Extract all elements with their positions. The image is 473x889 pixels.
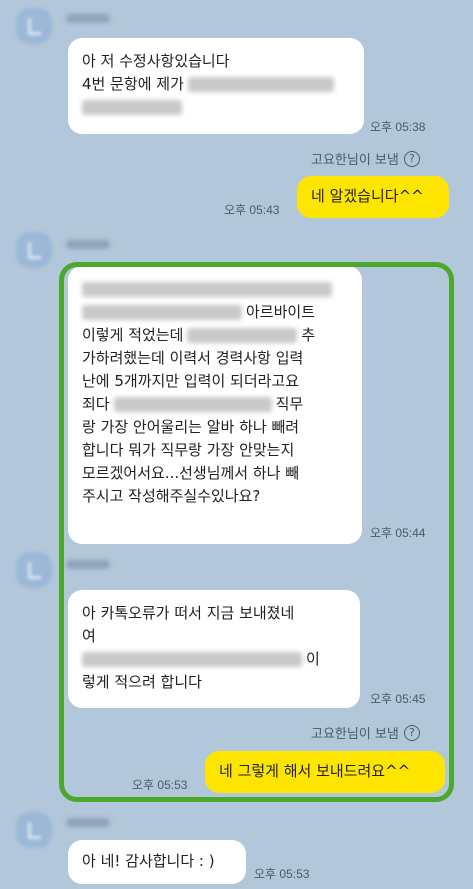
message-text: 합니다 뭐가 직무랑 가장 안맞는지	[82, 441, 295, 459]
help-icon[interactable]: ?	[403, 150, 420, 167]
message-text: 난에 5개까지만 입력이 되더라고요	[82, 372, 300, 390]
message-text: 이	[306, 650, 320, 668]
message-text: 네 알겠습니다^^	[311, 187, 424, 205]
message-text: 아 저 수정사항있습니다	[82, 52, 230, 70]
message-text: 모르겠어서요...선생님께서 하나 빼	[82, 464, 300, 482]
redacted-text	[82, 305, 242, 320]
timestamp: 오후 05:38	[370, 120, 426, 134]
message-text: 아 네! 감사합니다 : )	[82, 852, 215, 870]
timestamp: 오후 05:53	[132, 778, 188, 792]
message-text: 4번 문항에 제가	[82, 75, 184, 93]
message-text: 가하려했는데 이력서 경력사항 입력	[82, 349, 304, 367]
avatar[interactable]	[16, 8, 52, 44]
message-text: 주시고 작성해주실수있나요?	[82, 487, 261, 505]
redacted-text	[187, 77, 334, 92]
timestamp: 오후 05:45	[370, 692, 426, 706]
message-text: 이렇게 적었는데	[82, 326, 184, 344]
sent-by-notice: 고요한님이 보냄 ?	[311, 149, 420, 168]
message-text: 직무	[275, 395, 304, 413]
timestamp: 오후 05:43	[224, 203, 280, 217]
message-text: 아르바이트	[246, 303, 316, 321]
message-text: 아 카톡오류가 떠서 지금 보내졌네	[82, 604, 295, 622]
redacted-text	[187, 328, 298, 343]
message-text: 죄다	[82, 395, 110, 413]
avatar[interactable]	[16, 232, 52, 268]
message-text: 랑 가장 안어울리는 알바 하나 빼려	[82, 418, 300, 436]
redacted-text	[82, 282, 332, 297]
avatar[interactable]	[16, 552, 52, 588]
message-bubble[interactable]: 아 카톡오류가 떠서 지금 보내졌네 여 이 렇게 적으려 합니다	[68, 590, 360, 708]
message-bubble[interactable]: 아 저 수정사항있습니다 4번 문항에 제가	[68, 38, 364, 134]
redacted-text	[82, 652, 302, 667]
sender-name	[66, 14, 110, 23]
help-icon[interactable]: ?	[403, 724, 420, 741]
sent-by-notice: 고요한님이 보냄 ?	[311, 723, 420, 742]
message-bubble[interactable]: 아르바이트 이렇게 적었는데 추 가하려했는데 이력서 경력사항 입력 난에 5개…	[68, 266, 362, 544]
timestamp: 오후 05:53	[254, 867, 310, 881]
redacted-text	[113, 397, 272, 412]
my-message-bubble[interactable]: 네 알겠습니다^^	[297, 176, 449, 218]
sender-name	[66, 818, 110, 827]
my-message-bubble[interactable]: 네 그렇게 해서 보내드려요^^	[205, 751, 445, 793]
message-text: 여	[82, 627, 96, 645]
redacted-text	[82, 100, 182, 115]
message-bubble[interactable]: 아 네! 감사합니다 : )	[68, 840, 246, 884]
message-text: 렇게 적으려 합니다	[82, 673, 202, 691]
message-text: 추	[301, 326, 316, 344]
sender-name	[66, 560, 110, 569]
timestamp: 오후 05:44	[370, 526, 426, 540]
sender-name	[66, 240, 110, 249]
avatar[interactable]	[16, 812, 52, 848]
message-text: 네 그렇게 해서 보내드려요^^	[219, 762, 411, 780]
